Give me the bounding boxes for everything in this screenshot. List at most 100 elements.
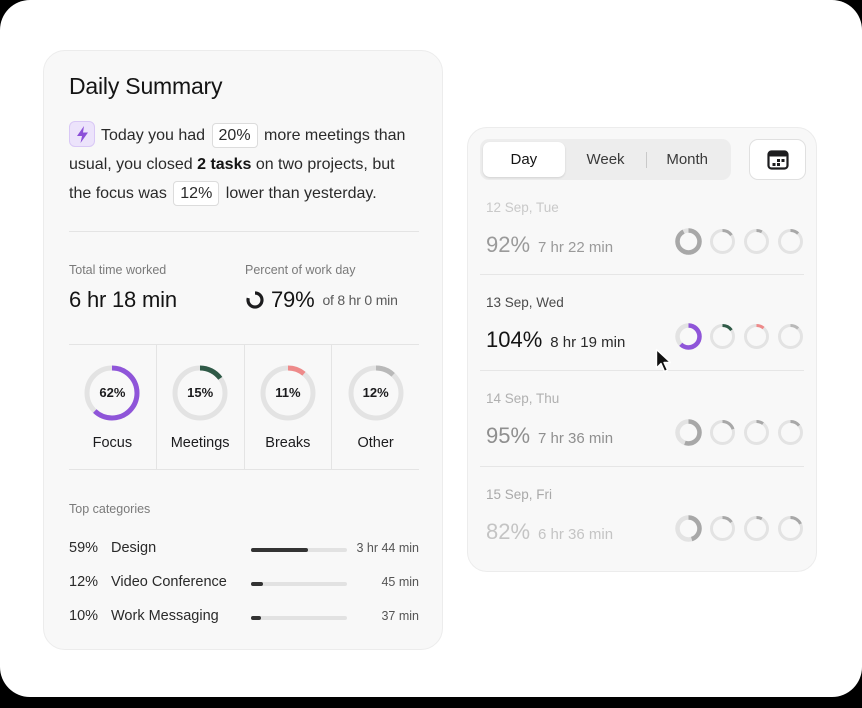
day-date: 15 Sep, Fri <box>486 487 553 502</box>
ring-breaks[interactable]: 11% Breaks <box>245 345 333 469</box>
tab-month[interactable]: Month <box>646 142 728 177</box>
day-percent: 92% 7 hr 22 min <box>486 232 613 258</box>
ring-other[interactable]: 12% Other <box>332 345 419 469</box>
day-mini-ring <box>778 516 803 541</box>
day-mini-ring <box>710 516 735 541</box>
day-mini-ring <box>710 420 735 445</box>
day-mini-ring <box>744 516 769 541</box>
calendar-icon <box>767 150 789 170</box>
total-time-text: 6 hr 18 min <box>69 287 177 312</box>
percent-day-text: 79% <box>271 287 315 312</box>
category-bar-fill <box>251 548 308 552</box>
category-rings: 62% Focus 15% Meetings 11% Breaks 12% Ot… <box>69 344 419 470</box>
day-percent: 82% 6 hr 36 min <box>486 519 613 545</box>
day-percent: 104% 8 hr 19 min <box>486 327 625 353</box>
day-mini-ring <box>675 419 702 446</box>
category-bar <box>251 616 347 620</box>
day-row-12-sep[interactable]: 12 Sep, Tue 92% 7 hr 22 min <box>480 180 804 276</box>
day-mini-ring <box>710 324 735 349</box>
divider <box>69 231 419 232</box>
day-mini-ring <box>778 229 803 254</box>
day-mini-ring <box>744 420 769 445</box>
ring-percent: 15% <box>187 385 214 400</box>
day-mini-ring-track <box>778 229 803 254</box>
lightning-icon <box>69 121 95 147</box>
day-mini-ring <box>744 229 769 254</box>
day-duration: 7 hr 36 min <box>538 430 614 447</box>
day-percent: 95% 7 hr 36 min <box>486 423 613 449</box>
tasks-closed: 2 tasks <box>197 156 252 173</box>
app-frame: Daily Summary Today you had 20% more mee… <box>0 0 862 697</box>
day-mini-rings <box>675 228 804 255</box>
day-mini-ring <box>675 323 702 350</box>
day-duration: 7 hr 22 min <box>538 239 614 256</box>
ring-label: Breaks <box>265 435 311 451</box>
category-name: Design <box>111 540 157 556</box>
summary-text-part1: Today you had <box>101 127 206 144</box>
summary-text: Today you had 20% more meetings than usu… <box>69 121 419 208</box>
category-percent: 12% <box>69 574 99 590</box>
focus-change-chip: 12% <box>173 181 220 206</box>
percent-day-ring-icon <box>246 291 264 309</box>
category-percent: 59% <box>69 540 99 556</box>
category-name: Work Messaging <box>111 608 219 624</box>
summary-text-part4: lower than yesterday. <box>225 185 377 202</box>
day-mini-ring <box>710 229 735 254</box>
category-name: Video Conference <box>111 574 227 590</box>
calendar-button[interactable] <box>749 139 806 180</box>
category-bar-fill <box>251 582 263 586</box>
day-mini-ring-track <box>744 229 769 254</box>
category-time: 3 hr 44 min <box>356 541 419 555</box>
day-mini-ring <box>778 324 803 349</box>
day-mini-rings <box>675 515 804 542</box>
ring-label: Other <box>357 435 394 451</box>
day-percent-text: 92% <box>486 232 531 257</box>
day-list-panel: Day Week Month 12 Sep, Tue 92% 7 hr 22 mi… <box>467 127 817 572</box>
day-mini-ring-arc <box>675 228 702 255</box>
percent-day-label: Percent of work day <box>245 263 356 277</box>
day-percent-text: 82% <box>486 519 531 544</box>
day-mini-rings <box>675 323 804 350</box>
day-date: 12 Sep, Tue <box>486 200 559 215</box>
ring-percent: 11% <box>275 385 301 400</box>
day-mini-ring-track <box>744 420 769 445</box>
category-bar-fill <box>251 616 261 620</box>
summary-title: Daily Summary <box>69 73 223 99</box>
category-row[interactable]: 12% Video Conference 45 min <box>69 574 419 594</box>
category-time: 37 min <box>381 609 419 623</box>
daily-summary-card: Daily Summary Today you had 20% more mee… <box>43 50 443 650</box>
period-segmented-control: Day Week Month <box>480 139 731 180</box>
ring-focus[interactable]: 62% Focus <box>69 345 157 469</box>
day-mini-ring-track <box>744 324 769 349</box>
category-bar <box>251 548 347 552</box>
ring-percent: 12% <box>362 385 389 400</box>
day-duration: 6 hr 36 min <box>538 526 614 543</box>
day-mini-rings <box>675 419 804 446</box>
day-percent-text: 95% <box>486 423 531 448</box>
day-duration: 8 hr 19 min <box>550 334 626 351</box>
ring-percent: 62% <box>99 385 126 400</box>
day-mini-ring <box>675 515 702 542</box>
total-time-value: 6 hr 18 min <box>69 287 177 313</box>
day-mini-ring <box>744 324 769 349</box>
day-mini-ring <box>778 420 803 445</box>
percent-day-sub: of 8 hr 0 min <box>322 292 398 308</box>
ring-meetings[interactable]: 15% Meetings <box>157 345 245 469</box>
tab-day[interactable]: Day <box>483 142 565 177</box>
category-bar <box>251 582 347 586</box>
ring-label: Focus <box>92 435 133 451</box>
percent-day-value: 79% of 8 hr 0 min <box>245 287 398 313</box>
day-row-13-sep[interactable]: 13 Sep, Wed 104% 8 hr 19 min <box>480 275 804 371</box>
category-row[interactable]: 59% Design 3 hr 44 min <box>69 540 419 560</box>
ring-label: Meetings <box>170 435 230 451</box>
category-time: 45 min <box>381 575 419 589</box>
day-row-15-sep[interactable]: 15 Sep, Fri 82% 6 hr 36 min <box>480 467 804 563</box>
day-date: 13 Sep, Wed <box>486 295 564 310</box>
day-row-14-sep[interactable]: 14 Sep, Thu 95% 7 hr 36 min <box>480 371 804 467</box>
top-categories-title: Top categories <box>69 502 151 516</box>
day-mini-ring <box>675 228 702 255</box>
total-time-label: Total time worked <box>69 263 167 277</box>
mouse-cursor-icon <box>655 348 672 373</box>
category-row[interactable]: 10% Work Messaging 37 min <box>69 608 419 628</box>
tab-week[interactable]: Week <box>565 142 647 177</box>
